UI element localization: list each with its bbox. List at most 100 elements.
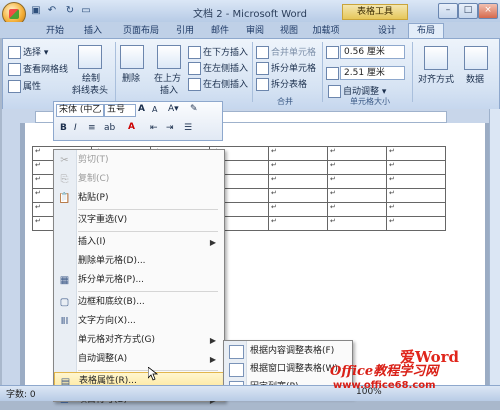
gridlines-icon	[8, 63, 21, 76]
table-cell[interactable]: ↵	[386, 146, 446, 161]
font-combo[interactable]: 宋体 (中乙	[56, 104, 104, 117]
draw-table-icon[interactable]	[78, 45, 102, 69]
delete-icon[interactable]	[120, 45, 144, 69]
close-button[interactable]: ×	[478, 3, 498, 19]
menu-item-label: 删除单元格(D)...	[78, 256, 146, 266]
alignment-icon[interactable]	[424, 46, 448, 70]
menu-item-cell-align[interactable]: 单元格对齐方式(G) ▶	[54, 331, 222, 350]
bullets-icon[interactable]: ☰	[184, 123, 192, 133]
row-height-input[interactable]: 0.56 厘米	[340, 45, 405, 59]
tab-addins[interactable]: 加载项	[306, 24, 346, 38]
redo-icon[interactable]: ↻	[64, 5, 76, 17]
undo-icon[interactable]: ↶	[46, 5, 58, 17]
bold-button[interactable]: B	[60, 123, 67, 133]
increase-indent-icon[interactable]: ⇥	[166, 123, 174, 133]
table-cell[interactable]: ↵	[386, 160, 446, 175]
delete-button[interactable]: 删除	[122, 71, 140, 84]
center-align-button[interactable]: ≡	[88, 123, 96, 133]
word-count[interactable]: 字数: 0	[6, 387, 36, 400]
tab-design[interactable]: 设计	[372, 24, 402, 38]
tab-page-layout[interactable]: 页面布局	[116, 24, 166, 38]
tab-review[interactable]: 审阅	[240, 24, 270, 38]
vertical-scrollbar[interactable]	[489, 109, 500, 385]
table-cell[interactable]: ↵	[268, 174, 328, 189]
split-cells-button[interactable]: 拆分单元格	[256, 61, 316, 75]
table-cell[interactable]: ↵	[327, 202, 387, 217]
insert-below-icon	[188, 46, 201, 59]
insert-below-button[interactable]: 在下方插入	[188, 45, 248, 59]
menu-item-copy[interactable]: ⎘ 复制(C)	[54, 170, 222, 189]
table-cell[interactable]: ↵	[386, 188, 446, 203]
insert-right-button[interactable]: 在右侧插入	[188, 77, 248, 91]
grow-font-button[interactable]: A	[138, 104, 145, 114]
table-cell[interactable]: ↵	[327, 216, 387, 231]
view-gridlines-button[interactable]: 查看网格线	[8, 62, 68, 76]
data-icon[interactable]	[464, 46, 488, 70]
tab-insert[interactable]: 插入	[76, 24, 110, 38]
menu-item-label: 汉字重选(V)	[78, 215, 128, 225]
table-cell[interactable]: ↵	[327, 160, 387, 175]
menu-item-delete-cells[interactable]: 删除单元格(D)...	[54, 252, 222, 271]
tab-view[interactable]: 视图	[274, 24, 304, 38]
menu-item-label: 粘贴(P)	[78, 193, 109, 203]
tab-references[interactable]: 引用	[170, 24, 200, 38]
minimize-button[interactable]: –	[438, 3, 458, 19]
submenu-item-autofit-contents[interactable]: 根据内容调整表格(F)	[224, 342, 350, 360]
column-width-input[interactable]: 2.51 厘米	[340, 66, 405, 80]
shrink-font-button[interactable]: A	[152, 105, 157, 114]
table-cell[interactable]: ↵	[268, 188, 328, 203]
highlight-icon[interactable]: ab	[104, 123, 115, 133]
window-title: 文档 2 - Microsoft Word	[193, 9, 307, 20]
table-cell[interactable]: ↵	[327, 146, 387, 161]
menu-item-borders[interactable]: ▢ 边框和底纹(B)...	[54, 293, 222, 312]
diagonal-header-label: 斜线表头	[72, 86, 109, 96]
table-cell[interactable]: ↵	[386, 202, 446, 217]
save-icon[interactable]: ▣	[30, 5, 42, 17]
select-button[interactable]: 选择 ▾	[8, 45, 48, 59]
table-cell[interactable]: ↵	[268, 160, 328, 175]
data-button[interactable]: 数据	[466, 72, 484, 85]
split-table-button[interactable]: 拆分表格	[256, 77, 307, 91]
menu-item-autofit[interactable]: 自动调整(A) ▶	[54, 350, 222, 369]
format-painter-icon[interactable]: ✎	[190, 104, 198, 114]
table-tools-title: 表格工具	[342, 4, 408, 20]
italic-button[interactable]: I	[74, 123, 77, 133]
menu-item-cut[interactable]: ✂ 剪切(T)	[54, 151, 222, 170]
submenu-arrow-icon: ▶	[209, 336, 216, 345]
table-cell[interactable]: ↵	[386, 174, 446, 189]
cell-align-icon	[58, 334, 71, 347]
size-combo[interactable]: 五号	[104, 104, 136, 117]
insert-above-icon[interactable]	[157, 45, 181, 69]
menu-item-insert[interactable]: 插入(I) ▶	[54, 233, 222, 252]
maximize-button[interactable]: □	[458, 3, 478, 19]
submenu-item-label: 根据内容调整表格(F)	[250, 346, 335, 356]
tab-mailings[interactable]: 邮件	[205, 24, 235, 38]
style-icon[interactable]: A▾	[168, 104, 179, 114]
menu-item-reconvert[interactable]: 汉字重选(V)	[54, 211, 222, 230]
delete-cells-icon	[58, 255, 71, 268]
table-cell[interactable]: ↵	[268, 146, 328, 161]
vertical-ruler[interactable]	[2, 123, 20, 385]
menu-separator	[78, 209, 218, 210]
insert-left-button[interactable]: 在左侧插入	[188, 61, 248, 75]
tab-layout[interactable]: 布局	[408, 23, 444, 39]
font-color-icon[interactable]: A	[128, 122, 135, 132]
menu-item-label: 剪切(T)	[78, 155, 109, 165]
menu-item-text-direction[interactable]: ⅡⅠ 文字方向(X)...	[54, 312, 222, 331]
tab-home[interactable]: 开始	[38, 24, 72, 38]
properties-icon	[8, 80, 21, 93]
menu-item-paste[interactable]: 📋 粘贴(P)	[54, 189, 222, 208]
table-cell[interactable]: ↵	[386, 216, 446, 231]
alignment-button[interactable]: 对齐方式	[418, 72, 454, 85]
table-cell[interactable]: ↵	[327, 188, 387, 203]
properties-button[interactable]: 属性	[8, 79, 41, 93]
open-icon[interactable]: ▭	[80, 5, 92, 17]
table-cell[interactable]: ↵	[268, 202, 328, 217]
merge-cells-button[interactable]: 合并单元格	[256, 45, 316, 59]
menu-item-split-cells[interactable]: ▦ 拆分单元格(P)...	[54, 271, 222, 290]
cell-size-group-label: 单元格大小	[350, 97, 390, 106]
decrease-indent-icon[interactable]: ⇤	[150, 123, 158, 133]
table-cell[interactable]: ↵	[268, 216, 328, 231]
menu-separator	[78, 231, 218, 232]
table-cell[interactable]: ↵	[327, 174, 387, 189]
